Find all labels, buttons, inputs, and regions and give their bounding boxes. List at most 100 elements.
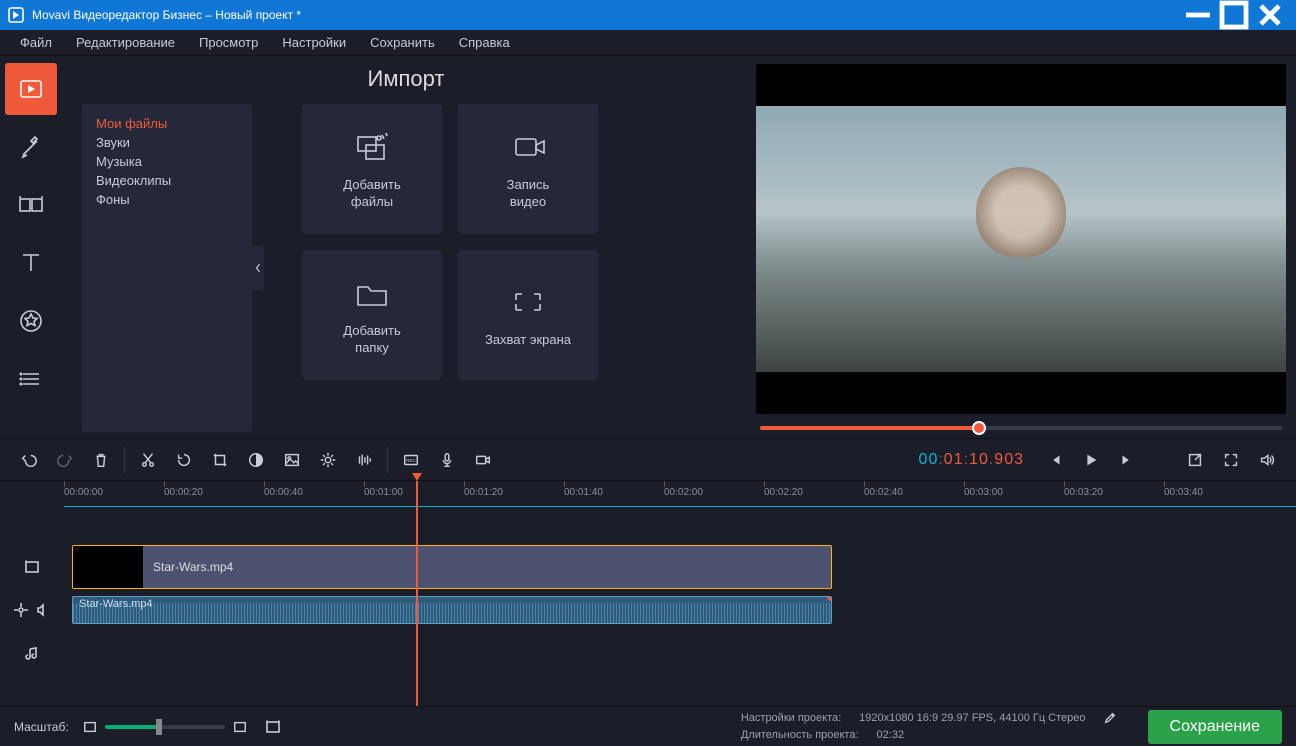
menu-save[interactable]: Сохранить xyxy=(358,31,447,54)
ruler-tick: 00:02:40 xyxy=(864,481,903,498)
project-duration-label: Длительность проекта: xyxy=(741,729,859,741)
menu-settings[interactable]: Настройки xyxy=(270,31,358,54)
progress-thumb[interactable] xyxy=(972,421,986,435)
edit-project-settings-button[interactable] xyxy=(1104,712,1116,727)
timeline-ruler[interactable]: 00:00:00 00:00:20 00:00:40 00:01:00 00:0… xyxy=(64,481,1296,507)
import-category-list: Мои файлы Звуки Музыка Видеоклипы Фоны xyxy=(82,104,252,432)
microphone-button[interactable] xyxy=(430,443,464,477)
menu-view[interactable]: Просмотр xyxy=(187,31,270,54)
preview-video[interactable] xyxy=(756,64,1286,414)
video-clip[interactable]: Star-Wars.mp4 xyxy=(72,545,832,589)
import-panel: Импорт Мои файлы Звуки Музыка Видеоклипы… xyxy=(62,56,750,438)
tool-titles[interactable] xyxy=(5,237,57,289)
close-button[interactable] xyxy=(1252,0,1288,30)
import-title: Импорт xyxy=(62,56,750,98)
tile-record-video[interactable]: Записьвидео xyxy=(458,104,598,234)
playhead[interactable] xyxy=(416,481,418,706)
zoom-out-icon[interactable] xyxy=(83,720,97,734)
category-backgrounds[interactable]: Фоны xyxy=(96,190,238,209)
redo-button[interactable] xyxy=(48,443,82,477)
category-music[interactable]: Музыка xyxy=(96,152,238,171)
video-track-header[interactable] xyxy=(0,539,64,594)
minimize-button[interactable] xyxy=(1180,0,1216,30)
ruler-tick: 00:00:40 xyxy=(264,481,303,498)
app-icon xyxy=(8,7,24,23)
zoom-fit-icon[interactable] xyxy=(265,719,281,735)
music-track[interactable] xyxy=(64,626,1296,681)
cut-button[interactable] xyxy=(131,443,165,477)
window-title: Movavi Видеоредактор Бизнес – Новый прое… xyxy=(32,8,1180,22)
menu-help[interactable]: Справка xyxy=(447,31,522,54)
tool-import[interactable] xyxy=(5,63,57,115)
preview-progress[interactable] xyxy=(760,422,1282,434)
ruler-tick: 00:01:20 xyxy=(464,481,503,498)
category-my-files[interactable]: Мои файлы xyxy=(96,114,238,133)
clip-end-marker[interactable] xyxy=(827,596,832,601)
next-frame-button[interactable] xyxy=(1110,443,1144,477)
fullscreen-button[interactable] xyxy=(1214,443,1248,477)
category-videoclips[interactable]: Видеоклипы xyxy=(96,171,238,190)
zoom-thumb[interactable] xyxy=(156,719,162,735)
tool-sidebar xyxy=(0,56,62,438)
linked-audio-track[interactable]: Star-Wars.mp4 xyxy=(64,594,1296,626)
timecode-hours: 00 xyxy=(919,451,939,468)
video-track[interactable]: Star-Wars.mp4 xyxy=(64,539,1296,594)
tile-capture-screen-label: Захват экрана xyxy=(485,332,571,349)
toolbar: REC 00:01:10.903 xyxy=(0,438,1296,480)
music-track-header[interactable] xyxy=(0,626,64,681)
volume-button[interactable] xyxy=(1250,443,1284,477)
ruler-tick: 00:02:00 xyxy=(664,481,703,498)
tool-stickers[interactable] xyxy=(5,295,57,347)
color-adjust-button[interactable] xyxy=(239,443,273,477)
audio-properties-button[interactable] xyxy=(347,443,381,477)
timecode: 00:01:10.903 xyxy=(919,451,1024,469)
preview-pane xyxy=(750,56,1296,438)
tile-record-video-label: Записьвидео xyxy=(507,177,550,211)
timeline: 00:00:00 00:00:20 00:00:40 00:01:00 00:0… xyxy=(0,480,1296,746)
crop-button[interactable] xyxy=(203,443,237,477)
audio-clip[interactable]: Star-Wars.mp4 xyxy=(72,596,832,624)
camera-button[interactable] xyxy=(466,443,500,477)
ruler-tick: 00:03:40 xyxy=(1164,481,1203,498)
tile-add-folder[interactable]: Добавитьпапку xyxy=(302,250,442,380)
audio-clip-label: Star-Wars.mp4 xyxy=(79,598,153,610)
save-button[interactable]: Сохранение xyxy=(1148,710,1282,744)
prev-frame-button[interactable] xyxy=(1038,443,1072,477)
clip-thumbnail xyxy=(73,546,143,588)
ruler-tick: 00:00:20 xyxy=(164,481,203,498)
popout-button[interactable] xyxy=(1178,443,1212,477)
ruler-tick: 00:02:20 xyxy=(764,481,803,498)
project-info: Настройки проекта: 1920x1080 16:9 29.97 … xyxy=(741,712,1116,741)
play-button[interactable] xyxy=(1074,443,1108,477)
tool-more[interactable] xyxy=(5,353,57,405)
ruler-tick: 00:01:00 xyxy=(364,481,403,498)
record-button[interactable]: REC xyxy=(394,443,428,477)
tile-capture-screen[interactable]: Захват экрана xyxy=(458,250,598,380)
zoom-slider[interactable] xyxy=(105,725,225,729)
zoom-control[interactable] xyxy=(83,719,281,735)
preview-frame xyxy=(756,106,1286,372)
ruler-tick: 00:01:40 xyxy=(564,481,603,498)
ruler-tick: 00:00:00 xyxy=(64,481,103,498)
maximize-button[interactable] xyxy=(1216,0,1252,30)
audio-track-header[interactable] xyxy=(0,594,64,626)
tool-transitions[interactable] xyxy=(5,179,57,231)
tile-add-files[interactable]: Добавитьфайлы xyxy=(302,104,442,234)
collapse-sidebar-button[interactable] xyxy=(252,246,264,290)
clip-properties-button[interactable] xyxy=(311,443,345,477)
project-settings-label: Настройки проекта: xyxy=(741,712,841,727)
tool-filters[interactable] xyxy=(5,121,57,173)
menu-edit[interactable]: Редактирование xyxy=(64,31,187,54)
rotate-button[interactable] xyxy=(167,443,201,477)
menu-file[interactable]: Файл xyxy=(8,31,64,54)
ruler-tick: 00:03:00 xyxy=(964,481,1003,498)
tile-add-files-label: Добавитьфайлы xyxy=(343,177,400,211)
category-sounds[interactable]: Звуки xyxy=(96,133,238,152)
undo-button[interactable] xyxy=(12,443,46,477)
zoom-in-icon[interactable] xyxy=(233,720,247,734)
track-headers xyxy=(0,507,64,706)
statusbar: Масштаб: Настройки проекта: 1920x1080 16… xyxy=(0,706,1296,746)
image-button[interactable] xyxy=(275,443,309,477)
delete-button[interactable] xyxy=(84,443,118,477)
zoom-label: Масштаб: xyxy=(14,720,69,734)
